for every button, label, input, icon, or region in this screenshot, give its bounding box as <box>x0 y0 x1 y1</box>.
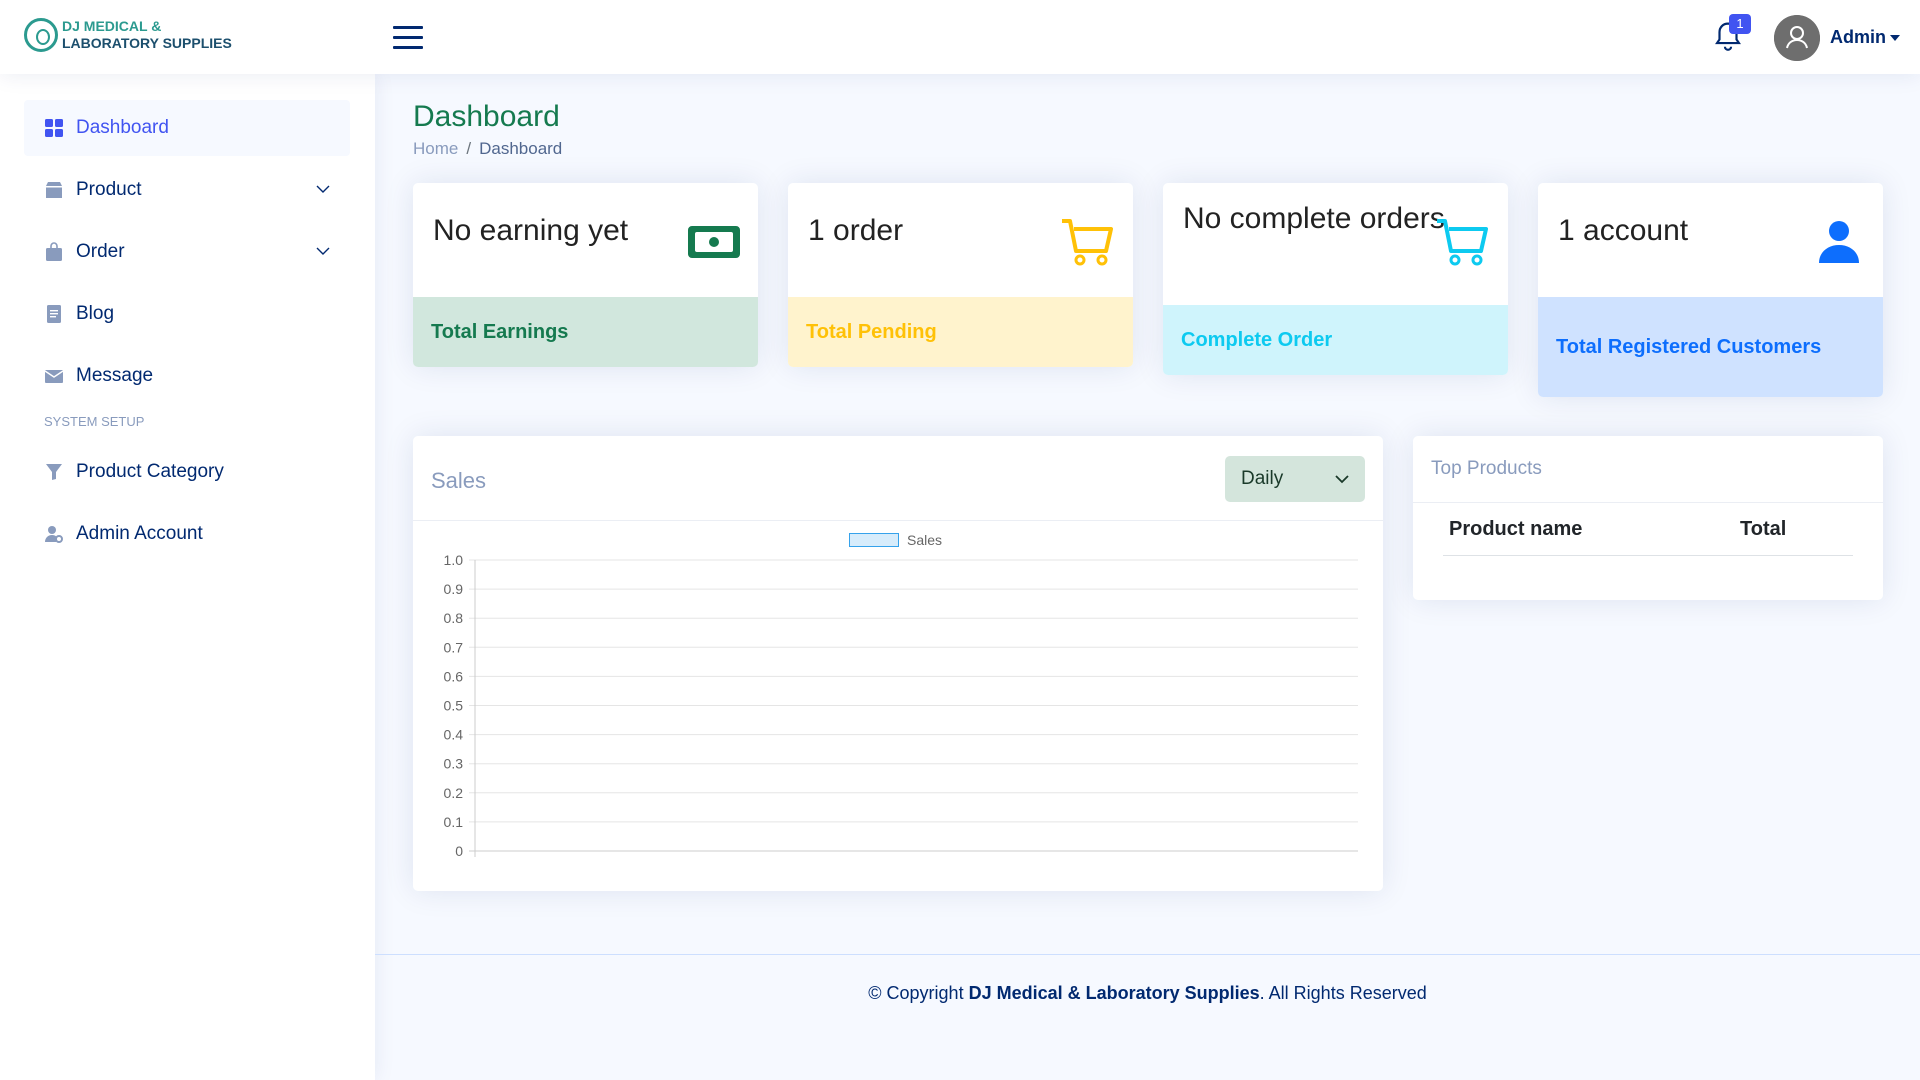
stat-card-complete: No complete orders Complete Order <box>1163 183 1508 375</box>
y-tick-label: 0.8 <box>444 610 464 626</box>
y-tick-label: 0.3 <box>444 756 464 772</box>
cash-icon <box>687 215 741 269</box>
divider <box>1413 502 1883 503</box>
sidebar-item-dashboard[interactable]: Dashboard <box>24 100 350 156</box>
cart-icon <box>1060 215 1114 269</box>
sidebar-item-label: Blog <box>76 303 115 324</box>
y-tick-label: 0.6 <box>444 668 464 684</box>
breadcrumb: Home / Dashboard <box>413 139 563 158</box>
sidebar-item-label: Order <box>76 241 125 262</box>
y-tick-label: 0.2 <box>444 785 464 801</box>
page-title: Dashboard <box>413 100 560 133</box>
copyright-text: © Copyright DJ Medical & Laboratory Supp… <box>868 983 1427 1003</box>
sidebar-section-heading: SYSTEM SETUP <box>44 414 145 429</box>
logo-line2: LABORATORY SUPPLIES <box>62 35 232 51</box>
funnel-icon <box>44 462 64 482</box>
top-products-title: Top Products <box>1431 458 1542 479</box>
user-gear-icon <box>44 524 64 544</box>
sidebar-item-label: Message <box>76 365 154 386</box>
sidebar-item-label: Admin Account <box>76 523 203 544</box>
sidebar-item-blog[interactable]: Blog <box>24 286 350 342</box>
y-tick-label: 0.7 <box>444 639 464 655</box>
stat-card-pending: 1 order Total Pending <box>788 183 1133 367</box>
column-header-product-name[interactable]: Product name <box>1449 518 1582 541</box>
person-icon <box>1812 217 1866 271</box>
column-header-total[interactable]: Total <box>1740 518 1786 541</box>
stat-label: Total Earnings <box>413 297 758 367</box>
user-name: Admin <box>1830 27 1886 47</box>
breadcrumb-home[interactable]: Home <box>413 139 458 158</box>
sidebar-item-message[interactable]: Message <box>24 348 350 404</box>
logo-icon <box>24 18 58 52</box>
sidebar-item-product-category[interactable]: Product Category <box>24 444 350 500</box>
sidebar-item-label: Dashboard <box>76 117 169 138</box>
sidebar-item-order[interactable]: Order <box>24 224 350 280</box>
notification-bell-icon[interactable]: 1 <box>1713 14 1751 54</box>
footer: © Copyright DJ Medical & Laboratory Supp… <box>375 954 1920 1080</box>
y-tick-label: 0.5 <box>444 698 464 714</box>
menu-toggle-icon[interactable] <box>393 26 423 50</box>
user-menu[interactable]: Admin <box>1830 27 1900 48</box>
sales-panel: Sales Daily Sales 1.0 0.9 0.8 0.7 0.6 0.5 0.4 0… <box>413 436 1383 891</box>
notification-badge: 1 <box>1729 14 1751 34</box>
stat-card-earnings: No earning yet Total Earnings <box>413 183 758 367</box>
y-tick-label: 0.9 <box>444 581 464 597</box>
grid-icon <box>44 118 64 138</box>
stat-label: Total Pending <box>788 297 1133 367</box>
sidebar-item-product[interactable]: Product <box>24 162 350 218</box>
chevron-down-icon <box>316 247 330 255</box>
table-header: Product name Total <box>1443 508 1853 556</box>
logo[interactable]: DJ MEDICAL & LABORATORY SUPPLIES <box>24 18 232 52</box>
document-icon <box>44 304 64 324</box>
sales-chart: 1.0 0.9 0.8 0.7 0.6 0.5 0.4 0.3 0.2 0.1 0 <box>444 552 1358 859</box>
company-name: DJ Medical & Laboratory Supplies <box>968 983 1260 1003</box>
avatar[interactable] <box>1774 15 1820 61</box>
box-icon <box>44 180 64 200</box>
stat-label: Total Registered Customers <box>1538 297 1883 397</box>
y-tick-label: 0 <box>455 843 463 859</box>
sidebar-item-label: Product <box>76 179 142 200</box>
cart-icon <box>1435 215 1489 269</box>
envelope-icon <box>44 366 64 386</box>
y-tick-label: 0.4 <box>444 727 464 743</box>
logo-line1: DJ MEDICAL & <box>62 18 162 34</box>
breadcrumb-current: Dashboard <box>479 139 563 158</box>
sidebar: Dashboard Product Order Blog Message SYS… <box>0 74 375 1080</box>
y-tick-label: 0.1 <box>444 814 464 830</box>
stat-label: Complete Order <box>1163 305 1508 375</box>
sidebar-item-label: Product Category <box>76 461 224 482</box>
sidebar-item-admin-account[interactable]: Admin Account <box>24 506 350 562</box>
chevron-down-icon <box>316 185 330 193</box>
bag-icon <box>44 242 64 262</box>
caret-down-icon <box>1890 35 1900 42</box>
stat-card-customers: 1 account Total Registered Customers <box>1538 183 1883 397</box>
y-tick-label: 1.0 <box>444 552 464 568</box>
top-products-panel: Top Products Product name Total <box>1413 436 1883 600</box>
top-header: DJ MEDICAL & LABORATORY SUPPLIES 1 Admin <box>0 0 1920 74</box>
